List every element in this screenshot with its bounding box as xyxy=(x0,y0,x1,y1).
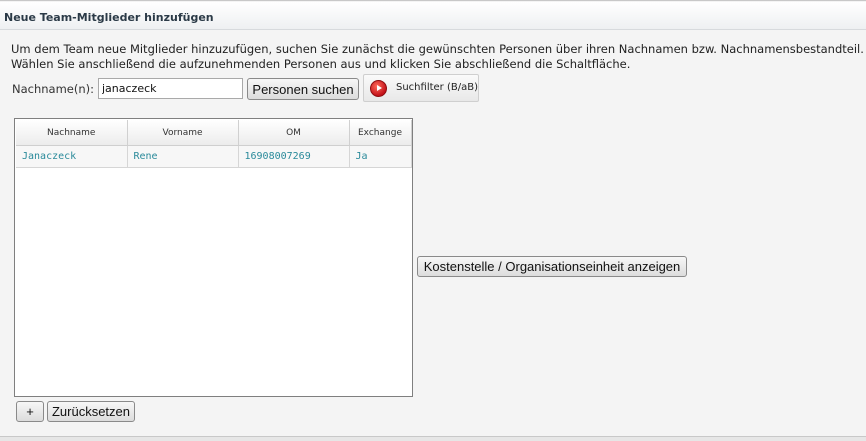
column-header-vorname[interactable]: Vorname xyxy=(127,120,239,146)
cell-nachname[interactable]: Janaczeck xyxy=(16,145,128,168)
results-table: Nachname Vorname OM Exchange Janaczeck R… xyxy=(16,120,412,168)
search-filter-button[interactable]: Suchfilter (B/aB) xyxy=(363,74,479,102)
search-persons-button[interactable]: Personen suchen xyxy=(247,78,359,100)
add-team-members-panel: Neue Team-Mitglieder hinzufügen Um dem T… xyxy=(0,0,866,441)
cell-vorname[interactable]: Rene xyxy=(127,145,239,168)
instructions-text: Um dem Team neue Mitglieder hinzuzufügen… xyxy=(11,42,864,72)
cell-exchange[interactable]: Ja xyxy=(349,145,412,168)
column-header-exchange[interactable]: Exchange xyxy=(349,120,412,146)
lastname-label: Nachname(n): xyxy=(12,82,95,96)
instructions-line-1: Um dem Team neue Mitglieder hinzuzufügen… xyxy=(11,42,864,56)
table-row[interactable]: Janaczeck Rene 16908007269 Ja xyxy=(16,145,412,168)
search-filter-label: Suchfilter (B/aB) xyxy=(396,82,478,93)
column-header-om[interactable]: OM xyxy=(238,120,350,146)
instructions-line-2: Wählen Sie anschließend die aufzunehmend… xyxy=(11,57,631,71)
panel-title: Neue Team-Mitglieder hinzufügen xyxy=(4,11,214,24)
show-cost-center-button[interactable]: Kostenstelle / Organisationseinheit anze… xyxy=(417,256,687,277)
panel-header: Neue Team-Mitglieder hinzufügen xyxy=(0,2,866,30)
column-header-nachname[interactable]: Nachname xyxy=(16,120,128,146)
add-button[interactable]: + xyxy=(16,401,44,422)
play-circle-icon xyxy=(370,80,387,97)
reset-button[interactable]: Zurücksetzen xyxy=(47,401,135,422)
lastname-search-input[interactable] xyxy=(98,78,243,99)
table-header-row: Nachname Vorname OM Exchange xyxy=(16,120,412,146)
cell-om[interactable]: 16908007269 xyxy=(238,145,350,168)
results-grid: Nachname Vorname OM Exchange Janaczeck R… xyxy=(14,118,413,397)
